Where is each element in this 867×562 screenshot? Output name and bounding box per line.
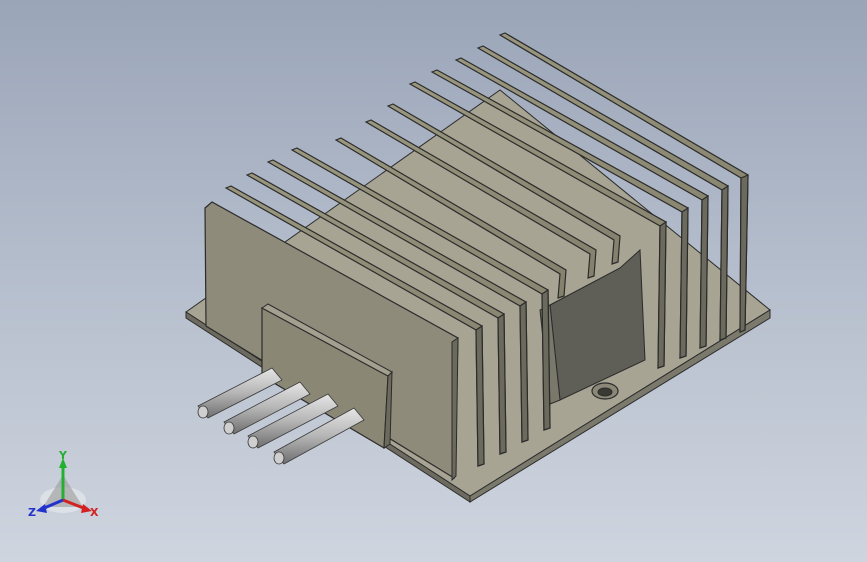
model-canvas[interactable]: Y X Z [0,0,867,562]
graphics-viewport[interactable]: Y X Z [0,0,867,562]
orientation-triad[interactable]: Y X Z [28,449,99,519]
mounting-hole [591,382,619,400]
heatsink-model[interactable] [185,32,771,503]
z-axis-label: Z [28,506,36,519]
y-axis-label: Y [58,449,68,462]
x-axis-label: X [90,506,99,519]
